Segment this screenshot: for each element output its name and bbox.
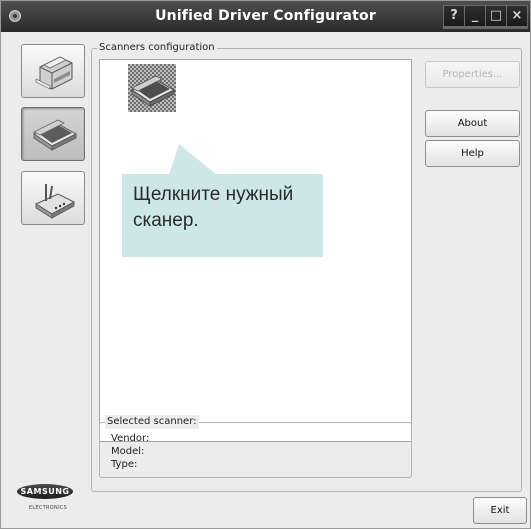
- hint-callout: Щелкните нужный сканер.: [122, 174, 323, 257]
- port-icon: [34, 184, 76, 219]
- properties-button[interactable]: Properties...: [425, 61, 520, 88]
- close-button[interactable]: ×: [507, 6, 527, 26]
- samsung-logo-brand: SAMSUNG: [17, 484, 73, 499]
- sidebar-item-ports[interactable]: [21, 171, 85, 225]
- maximize-button[interactable]: □: [486, 6, 506, 26]
- samsung-logo: SAMSUNG ELECTRONICS: [13, 484, 83, 511]
- sidebar-item-printers[interactable]: [21, 44, 85, 98]
- selected-scanner-title: Selected scanner:: [105, 415, 199, 429]
- help-title-button[interactable]: ?: [444, 6, 464, 26]
- samsung-logo-sub: ELECTRONICS: [28, 505, 68, 511]
- scanner-list-item[interactable]: [128, 64, 176, 112]
- scanner-icon: [32, 119, 78, 151]
- window-controls: ? _ □ ×: [443, 5, 528, 29]
- main-content: Scanners configuration Щелкните нужный с…: [1, 32, 530, 528]
- model-label: Model:: [111, 446, 145, 457]
- driver-configurator-window: Unified Driver Configurator ? _ □ × Scan…: [0, 0, 531, 529]
- scanner-icon: [128, 64, 176, 112]
- minimize-button[interactable]: _: [465, 6, 485, 26]
- about-button[interactable]: About: [425, 110, 520, 137]
- vendor-label: Vendor:: [111, 433, 150, 444]
- type-label: Type:: [111, 459, 138, 470]
- exit-button[interactable]: Exit: [473, 497, 527, 524]
- selected-scanner-group: Selected scanner: Vendor: Model: Type:: [99, 415, 412, 478]
- hint-callout-text: Щелкните нужный сканер.: [133, 184, 294, 231]
- callout-pointer: [169, 144, 217, 175]
- help-button[interactable]: Help: [425, 140, 520, 167]
- printer-icon: [35, 56, 73, 90]
- sidebar-item-scanners[interactable]: [21, 107, 85, 161]
- scanners-configuration-title: Scanners configuration: [97, 41, 217, 55]
- title-bar[interactable]: Unified Driver Configurator ? _ □ ×: [1, 1, 530, 32]
